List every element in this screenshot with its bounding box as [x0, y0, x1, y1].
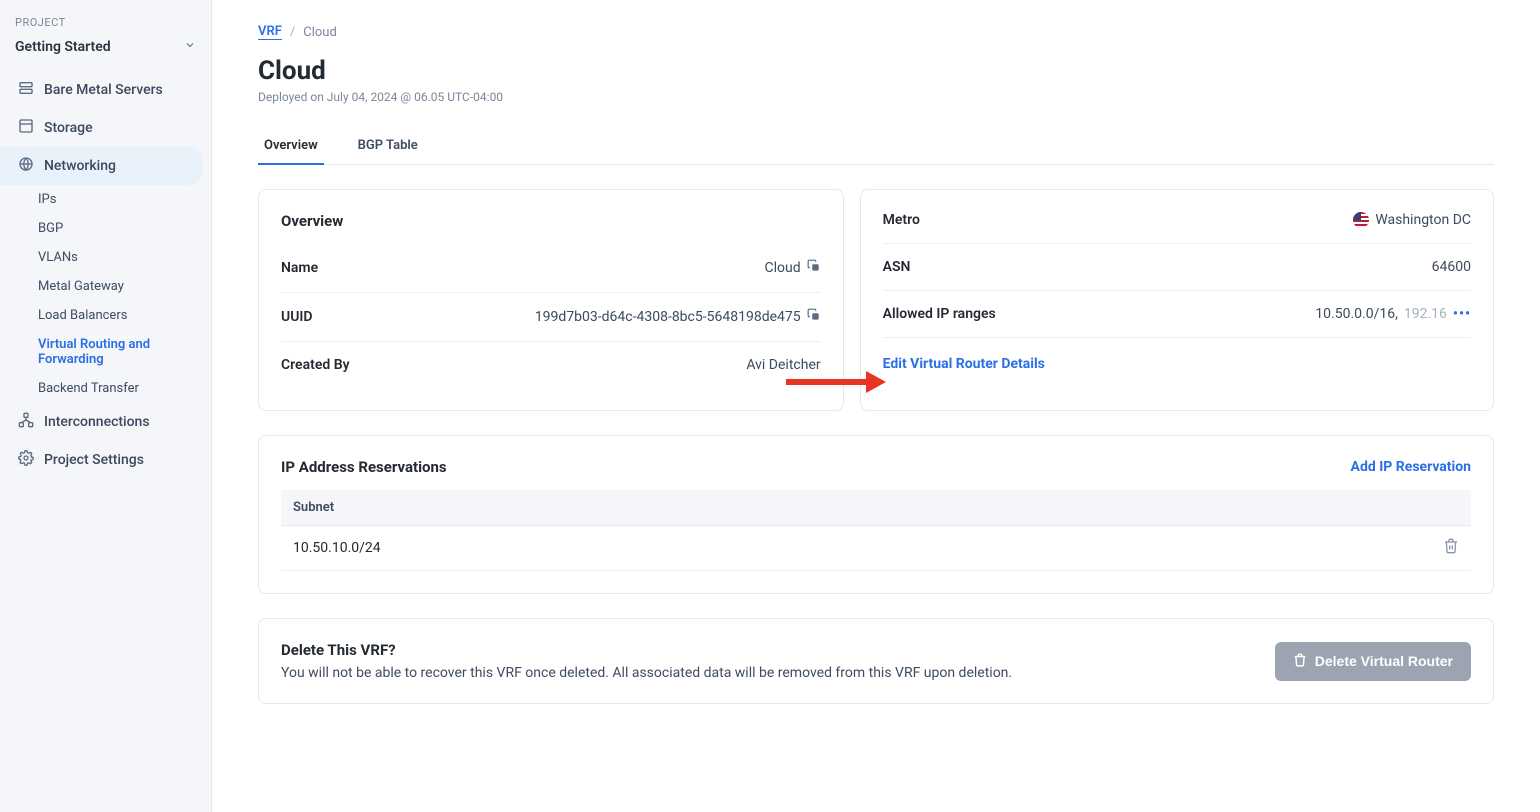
field-value: Cloud — [765, 259, 821, 277]
field-value: Avi Deitcher — [746, 357, 820, 373]
table-row: 10.50.10.0/24 — [281, 526, 1471, 571]
project-picker-label: Getting Started — [15, 39, 111, 55]
field-value: 199d7b03-d64c-4308-8bc5-5648198de475 — [535, 308, 821, 326]
iprange-primary: 10.50.0.0/16, — [1315, 306, 1398, 322]
overview-row-name: Name Cloud — [281, 244, 821, 293]
ip-reservations-table: Subnet 10.50.10.0/24 — [281, 490, 1471, 571]
field-value: 10.50.0.0/16, 192.16 ••• — [1315, 306, 1471, 322]
more-icon[interactable]: ••• — [1453, 306, 1471, 322]
delete-text: Delete This VRF? You will not be able to… — [281, 641, 1012, 681]
edit-virtual-router-details-link[interactable]: Edit Virtual Router Details — [883, 356, 1045, 372]
tab-overview[interactable]: Overview — [258, 128, 324, 165]
breadcrumb-separator: / — [290, 25, 295, 40]
sidebar-item-interconnections[interactable]: Interconnections — [0, 403, 211, 441]
subnav-item-load-balancers[interactable]: Load Balancers — [0, 301, 211, 330]
metro-value: Washington DC — [1375, 212, 1471, 228]
overview-row-createdby: Created By Avi Deitcher — [281, 342, 821, 388]
sidebar-item-project-settings[interactable]: Project Settings — [0, 441, 211, 479]
field-label: Created By — [281, 357, 350, 373]
project-picker[interactable]: Getting Started — [0, 29, 211, 65]
sidebar-item-label: Storage — [44, 120, 93, 136]
delete-title: Delete This VRF? — [281, 641, 1012, 659]
field-label: ASN — [883, 259, 911, 275]
subnav-networking: IPs BGP VLANs Metal Gateway Load Balance… — [0, 185, 211, 403]
servers-icon — [18, 80, 34, 100]
breadcrumb: VRF / Cloud — [258, 24, 1494, 40]
overview-card: Overview Name Cloud UUID 199d7b03-d64c-4… — [258, 189, 844, 411]
iprange-secondary: 192.16 — [1404, 306, 1447, 322]
sidebar-item-label: Interconnections — [44, 414, 150, 430]
metro-card: Metro Washington DC ASN 64600 Allowed IP… — [860, 189, 1494, 411]
sidebar-section-label: PROJECT — [0, 16, 211, 29]
tabs: Overview BGP Table — [258, 128, 1494, 165]
ip-reservations-title: IP Address Reservations — [281, 458, 447, 476]
name-value: Cloud — [765, 260, 801, 276]
copy-icon[interactable] — [807, 259, 821, 277]
sidebar: PROJECT Getting Started Bare Metal Serve… — [0, 0, 212, 812]
page-title: Cloud — [258, 56, 1494, 86]
subnet-cell: 10.50.10.0/24 — [281, 526, 1411, 571]
hierarchy-icon — [18, 412, 34, 432]
storage-icon — [18, 118, 34, 138]
sidebar-item-storage[interactable]: Storage — [0, 109, 211, 147]
subnav-item-bgp[interactable]: BGP — [0, 214, 211, 243]
metro-row-ipranges: Allowed IP ranges 10.50.0.0/16, 192.16 •… — [883, 291, 1471, 338]
overview-row-uuid: UUID 199d7b03-d64c-4308-8bc5-5648198de47… — [281, 293, 821, 342]
subnav-item-vrf[interactable]: Virtual Routing and Forwarding — [0, 330, 211, 374]
asn-value: 64600 — [1432, 259, 1471, 275]
sidebar-item-label: Bare Metal Servers — [44, 82, 163, 98]
sidebar-item-label: Networking — [44, 158, 116, 174]
chevron-down-icon — [184, 39, 196, 55]
field-label: Name — [281, 260, 318, 276]
overview-card-title: Overview — [281, 212, 821, 230]
copy-icon[interactable] — [807, 308, 821, 326]
metro-row-asn: ASN 64600 — [883, 244, 1471, 291]
subnav-item-backend-transfer[interactable]: Backend Transfer — [0, 374, 211, 403]
trash-icon — [1293, 653, 1307, 670]
trash-icon[interactable] — [1443, 542, 1459, 558]
field-label: UUID — [281, 309, 313, 325]
gear-icon — [18, 450, 34, 470]
page-subtitle: Deployed on July 04, 2024 @ 06.05 UTC-04… — [258, 90, 1494, 104]
sidebar-item-networking[interactable]: Networking — [0, 147, 203, 185]
sidebar-item-bare-metal-servers[interactable]: Bare Metal Servers — [0, 71, 211, 109]
metro-row-metro: Metro Washington DC — [883, 212, 1471, 244]
delete-vrf-card: Delete This VRF? You will not be able to… — [258, 618, 1494, 704]
field-label: Metro — [883, 212, 920, 228]
main-content: VRF / Cloud Cloud Deployed on July 04, 2… — [212, 0, 1540, 812]
add-ip-reservation-link[interactable]: Add IP Reservation — [1351, 459, 1471, 475]
ip-reservations-card: IP Address Reservations Add IP Reservati… — [258, 435, 1494, 594]
table-header-subnet: Subnet — [281, 490, 1411, 526]
primary-nav: Bare Metal Servers Storage Networking IP… — [0, 71, 211, 479]
breadcrumb-current: Cloud — [303, 25, 337, 40]
delete-button-label: Delete Virtual Router — [1315, 653, 1453, 669]
tab-bgp-table[interactable]: BGP Table — [352, 128, 424, 165]
uuid-value: 199d7b03-d64c-4308-8bc5-5648198de475 — [535, 309, 801, 325]
us-flag-icon — [1353, 212, 1369, 228]
delete-virtual-router-button[interactable]: Delete Virtual Router — [1275, 642, 1471, 681]
field-label: Allowed IP ranges — [883, 306, 996, 322]
breadcrumb-root[interactable]: VRF — [258, 24, 282, 40]
sidebar-item-label: Project Settings — [44, 452, 144, 468]
field-value: Washington DC — [1353, 212, 1471, 228]
delete-body: You will not be able to recover this VRF… — [281, 665, 1012, 681]
subnav-item-vlans[interactable]: VLANs — [0, 243, 211, 272]
globe-icon — [18, 156, 34, 176]
subnav-item-ips[interactable]: IPs — [0, 185, 211, 214]
subnav-item-metal-gateway[interactable]: Metal Gateway — [0, 272, 211, 301]
